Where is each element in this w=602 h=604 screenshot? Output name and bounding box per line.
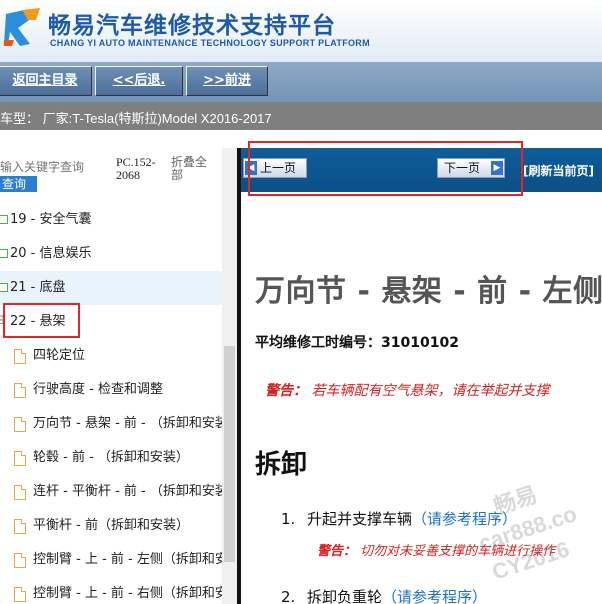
tree-item-label: 控制臂 - 上 - 前 - 右侧（拆卸和安装）	[33, 586, 222, 601]
tree-item-label: 控制臂 - 上 - 前 - 左侧（拆卸和安装）	[33, 552, 222, 567]
back-button[interactable]: <<后退.	[95, 66, 183, 96]
procedure-step: 1. 升起并支撑车辆（请参考程序）	[281, 508, 517, 529]
refresh-page-link[interactable]: [刷新当前页]	[523, 162, 594, 179]
tree-item-label: 19 - 安全气囊	[10, 212, 92, 227]
warning-air-suspension: 警告： 若车辆配有空气悬架，请在举起并支撑	[265, 380, 549, 400]
tree-item-label: 万向节 - 悬架 - 前 - （拆卸和安装）	[33, 416, 222, 431]
section-heading: 拆卸	[255, 450, 308, 480]
highlight-box-suspension	[3, 303, 80, 338]
tree-item-document[interactable]: 连杆 - 平衡杆 - 前 - （拆卸和安装）	[0, 475, 222, 509]
tree-item-document[interactable]: 万向节 - 悬架 - 前 - （拆卸和安装）	[0, 407, 222, 441]
tree-item-document[interactable]: 控制臂 - 上 - 前 - 右侧（拆卸和安装）	[0, 577, 222, 604]
app-title: 畅易汽车维修技术支持平台	[48, 13, 336, 39]
document-panel: ◀ 上一页 下一页 ▶ [刷新当前页] 万向节 - 悬架 - 前 - 左侧 平均…	[241, 148, 602, 604]
highlight-box-page-nav	[248, 141, 523, 196]
folder-icon	[0, 215, 8, 224]
procedure-link[interactable]: （请参考程序）	[382, 588, 487, 604]
vehicle-model-bar: 车型： 厂家:T-Tesla(特斯拉)Model X2016-2017	[0, 102, 602, 130]
tree-item-label: 轮毂 - 前 - （拆卸和安装）	[33, 450, 189, 465]
document-icon	[14, 519, 26, 534]
document-icon	[14, 451, 26, 466]
logo-icon	[4, 8, 40, 46]
procedure-step: 2. 拆卸负重轮（请参考程序）	[281, 586, 487, 604]
tree-item-document[interactable]: 控制臂 - 上 - 前 - 左侧（拆卸和安装）	[0, 543, 222, 577]
tree-item-document[interactable]: 行驶高度 - 检查和调整	[0, 373, 222, 407]
document-icon	[14, 349, 26, 364]
tree-item-label: 21 - 底盘	[10, 280, 66, 295]
tree-item-label: 平衡杆 - 前（拆卸和安装）	[33, 518, 189, 533]
tree-item-label: 行驶高度 - 检查和调整	[33, 382, 163, 397]
folder-icon	[0, 283, 8, 292]
step-number: 2.	[281, 588, 296, 604]
search-input[interactable]	[0, 156, 86, 178]
tree-scrollbar[interactable]	[222, 148, 237, 604]
home-button[interactable]: 返回主目录	[0, 66, 92, 96]
collapse-all-button[interactable]: 折叠全部	[171, 156, 211, 182]
tree-item-document[interactable]: 轮毂 - 前 - （拆卸和安装）	[0, 441, 222, 475]
tree-item-category[interactable]: 19 - 安全气囊	[0, 203, 222, 237]
warning-text: 若车辆配有空气悬架，请在举起并支撑	[311, 383, 550, 399]
step-number: 1.	[281, 510, 296, 528]
document-icon	[14, 553, 26, 568]
nav-bar: 返回主目录 <<后退. >>前进	[0, 62, 602, 102]
scrollbar-thumb[interactable]	[224, 346, 235, 562]
vehicle-model-text: 车型： 厂家:T-Tesla(特斯拉)Model X2016-2017	[0, 111, 272, 126]
tree-item-document[interactable]: 四轮定位	[0, 339, 222, 373]
tree-item-label: 20 - 信息娱乐	[10, 246, 92, 261]
app-subtitle: CHANG YI AUTO MAINTENANCE TECHNOLOGY SUP…	[50, 38, 370, 48]
left-panel: 查询 PC.152-2068 折叠全部 19 - 安全气囊 20 - 信息娱乐 21…	[0, 148, 237, 604]
folder-icon	[0, 249, 8, 258]
tree-item-category[interactable]: 20 - 信息娱乐	[0, 237, 222, 271]
tree-item-label: 四轮定位	[33, 348, 86, 363]
query-button[interactable]: 查询	[0, 176, 37, 192]
pc-reference: PC.152-2068	[116, 155, 156, 182]
tree-item-label: 连杆 - 平衡杆 - 前 - （拆卸和安装）	[33, 484, 222, 499]
step-warning-label: 警告：	[317, 544, 357, 559]
document-icon	[14, 417, 26, 432]
step-text: 升起并支撑车辆	[307, 510, 413, 528]
document-icon	[14, 383, 26, 398]
tree-item-document[interactable]: 平衡杆 - 前（拆卸和安装）	[0, 509, 222, 543]
tree-item-category[interactable]: 21 - 底盘	[0, 271, 222, 305]
document-icon	[14, 485, 26, 500]
step-text: 拆卸负重轮	[307, 588, 383, 604]
app-header: 畅易汽车维修技术支持平台 CHANG YI AUTO MAINTENANCE T…	[0, 0, 602, 62]
document-icon	[14, 587, 26, 602]
document-title: 万向节 - 悬架 - 前 - 左侧	[255, 274, 602, 309]
forward-button[interactable]: >>前进	[186, 66, 268, 96]
warning-label: 警告：	[265, 383, 307, 399]
labor-code: 平均维修工时编号：31010102	[255, 335, 459, 351]
